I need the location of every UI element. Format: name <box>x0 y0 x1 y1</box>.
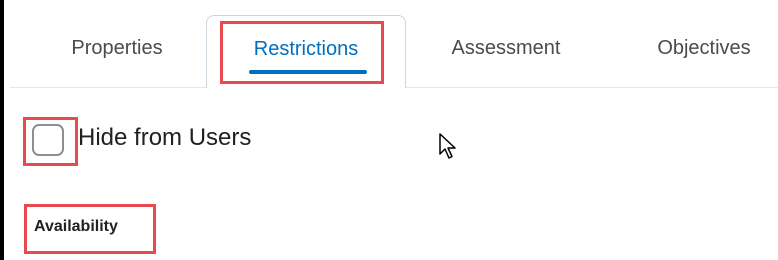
restrictions-panel: Properties Restrictions Assessment Objec… <box>0 0 778 260</box>
tab-objectives[interactable]: Objectives <box>634 18 774 88</box>
tab-restrictions[interactable]: Restrictions <box>206 15 406 88</box>
availability-heading: Availability <box>34 218 118 235</box>
hide-from-users-label[interactable]: Hide from Users <box>78 124 251 152</box>
active-tab-indicator <box>249 70 367 74</box>
tab-objectives-label: Objectives <box>657 37 751 59</box>
tab-assessment[interactable]: Assessment <box>436 18 576 88</box>
mouse-pointer-icon <box>439 133 456 159</box>
tab-bar: Properties Restrictions Assessment Objec… <box>4 0 778 88</box>
tab-properties-label: Properties <box>71 37 163 59</box>
tab-restrictions-label: Restrictions <box>253 38 359 60</box>
tab-properties[interactable]: Properties <box>56 18 178 88</box>
hide-from-users-checkbox[interactable] <box>32 124 64 156</box>
tab-assessment-label: Assessment <box>451 37 561 59</box>
